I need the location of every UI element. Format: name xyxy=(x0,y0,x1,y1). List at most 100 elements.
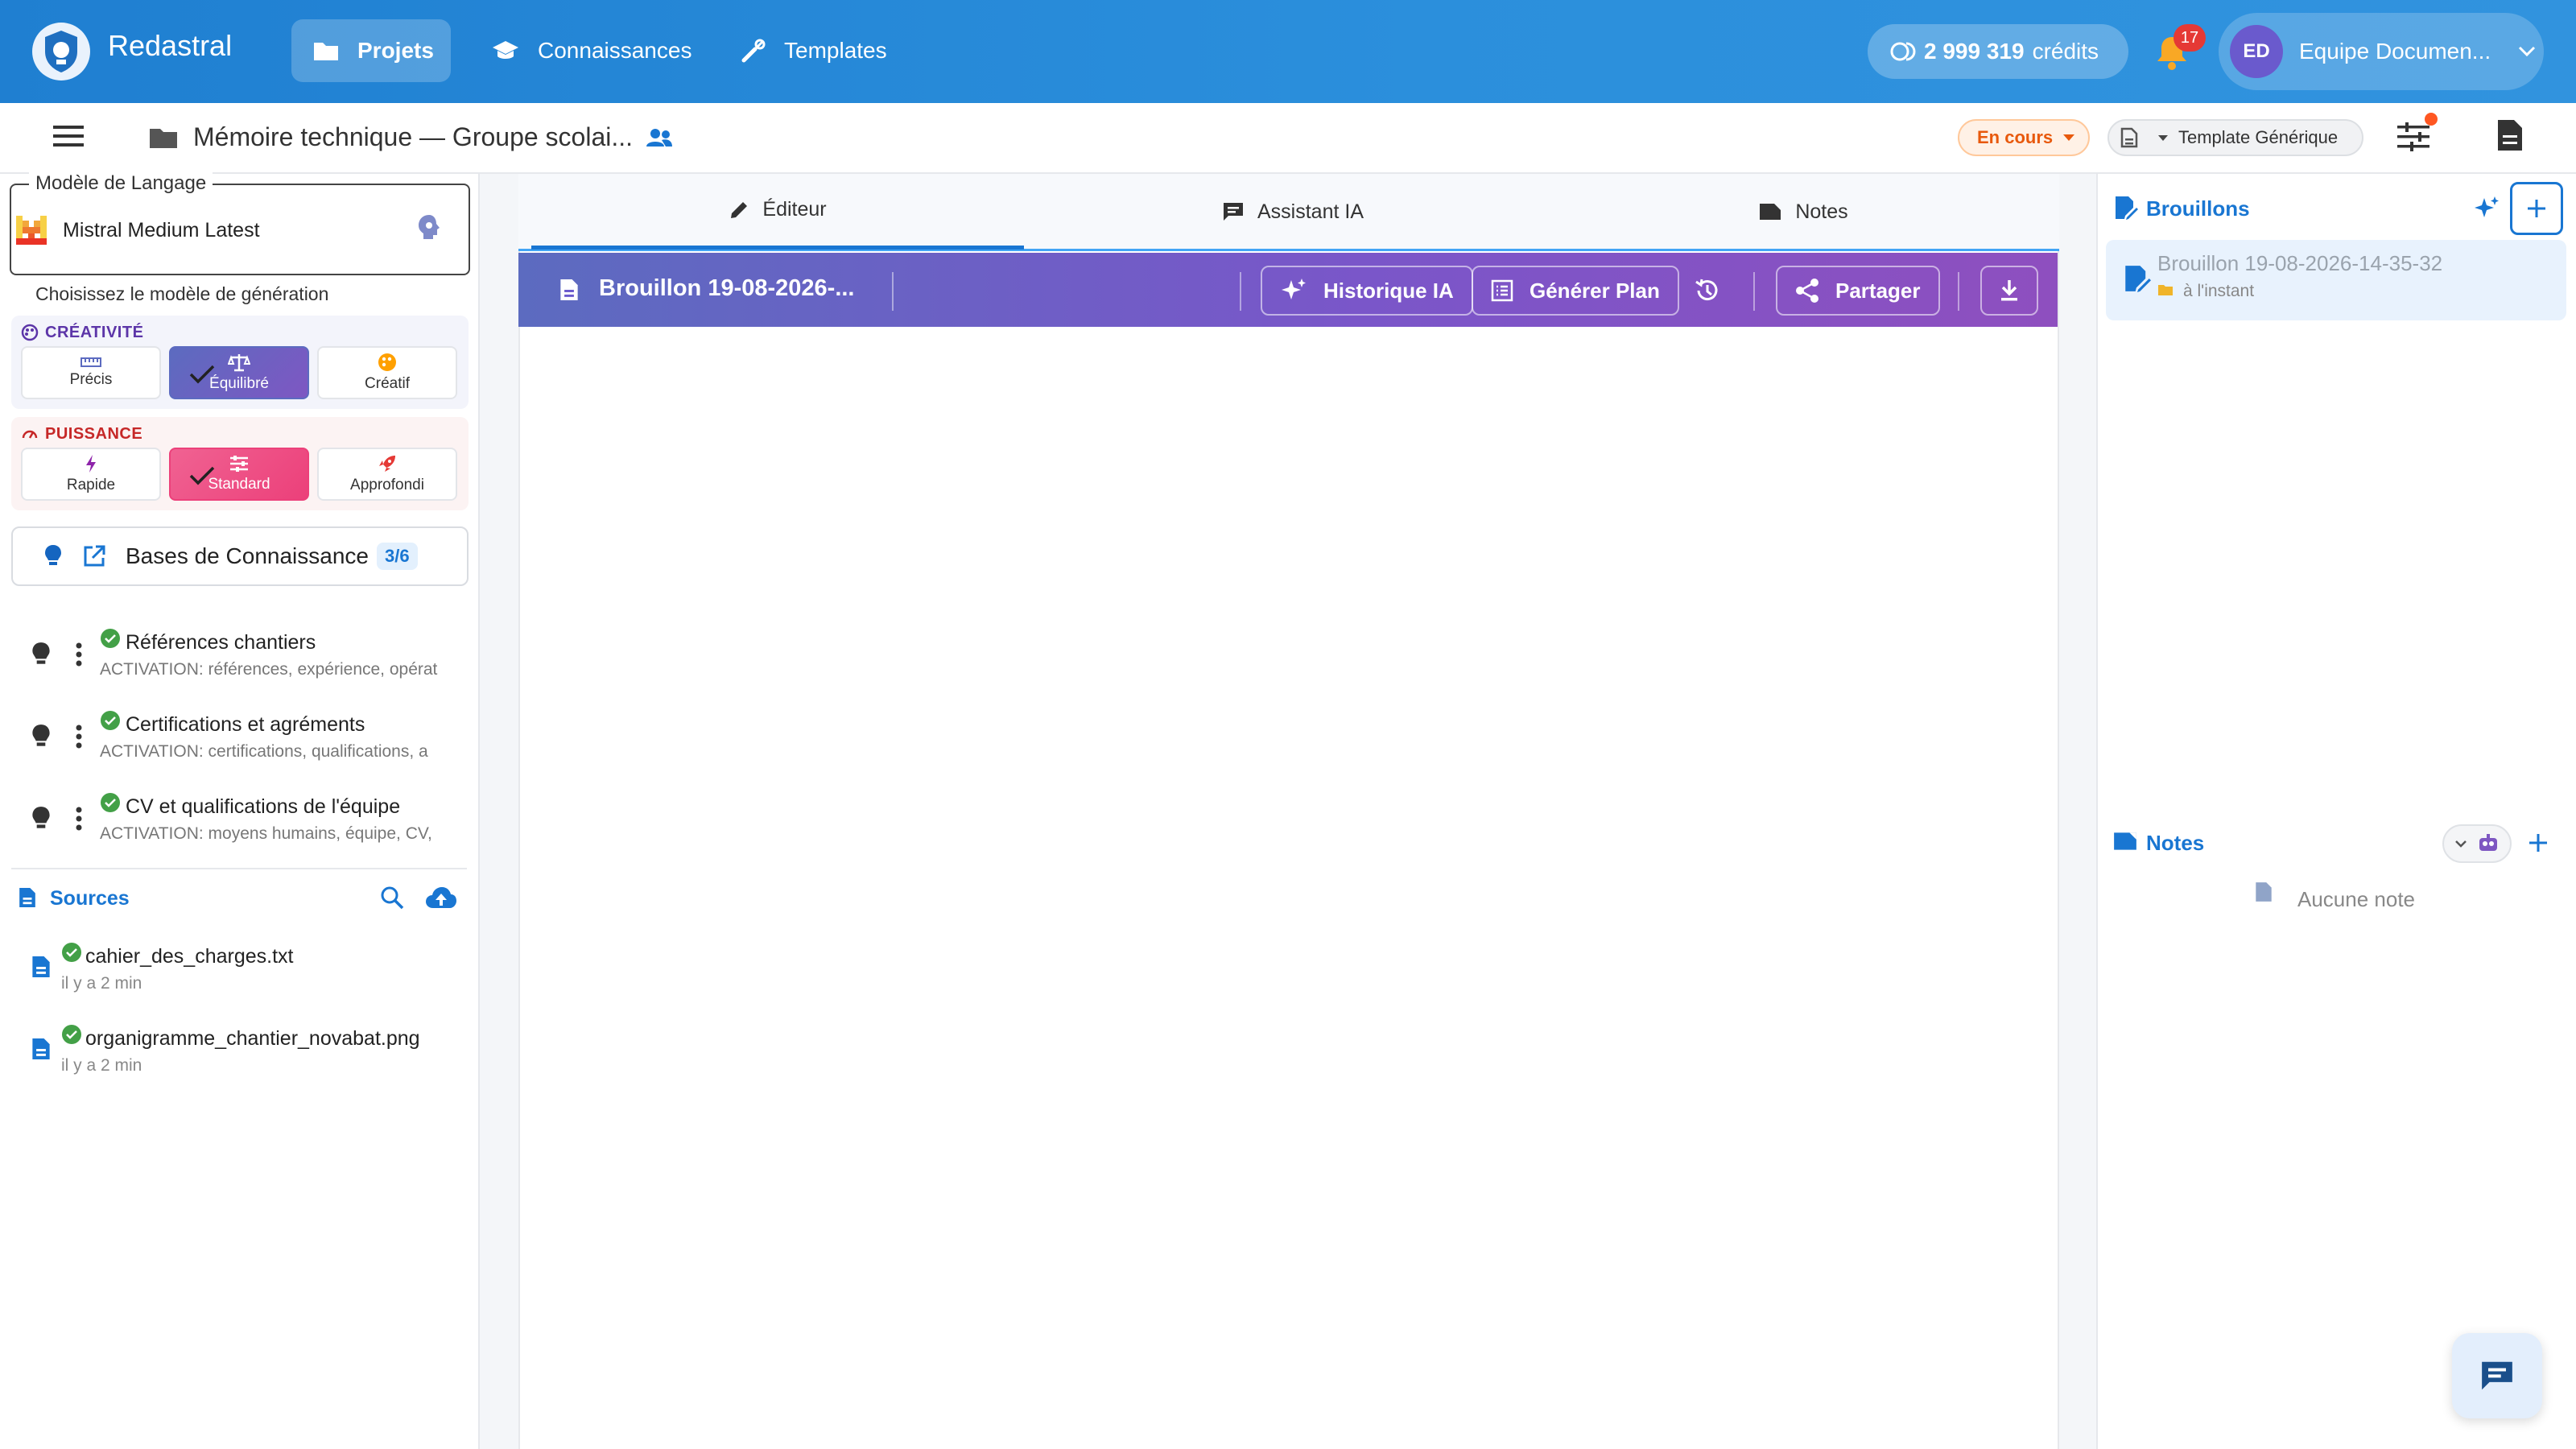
nav-templates[interactable]: Templates xyxy=(720,19,913,82)
more-vert-icon[interactable] xyxy=(76,807,82,831)
nav-connaissances[interactable]: Connaissances xyxy=(470,19,699,82)
folder-icon xyxy=(312,39,340,62)
folder-icon xyxy=(148,126,179,150)
plus-icon[interactable] xyxy=(2528,832,2549,853)
lightbulb-icon[interactable] xyxy=(31,723,52,750)
edit-document-icon xyxy=(2114,195,2138,221)
source-time: il y a 2 min xyxy=(61,974,142,993)
document-icon xyxy=(2120,127,2138,148)
draft-item[interactable]: Brouillon 19-08-2026-14-35-32 à l'instan… xyxy=(2106,240,2566,320)
knowledge-bases-button[interactable]: Bases de Connaissance 3/6 xyxy=(11,526,469,586)
power-option-rapide[interactable]: Rapide xyxy=(21,448,161,501)
power-title: PUISSANCE xyxy=(45,425,143,443)
notes-filter-dropdown[interactable] xyxy=(2442,824,2512,863)
edit-document-icon xyxy=(2124,262,2151,295)
ai-history-button[interactable]: Historique IA xyxy=(1261,266,1473,316)
search-icon[interactable] xyxy=(380,886,404,910)
download-button[interactable] xyxy=(1980,266,2038,316)
history-icon[interactable] xyxy=(1694,277,1721,304)
power-option-label: Approfondi xyxy=(350,477,424,493)
document-icon[interactable] xyxy=(2496,118,2524,153)
robot-icon xyxy=(2477,833,2500,854)
check-circle-icon xyxy=(61,1024,82,1045)
tab-label: Éditeur xyxy=(762,198,827,221)
template-selector[interactable]: Template Générique xyxy=(2107,119,2363,156)
divider xyxy=(1753,272,1755,311)
list-item[interactable]: CV et qualifications de l'équipe ACTIVAT… xyxy=(0,784,480,857)
list-item[interactable]: organigramme_chantier_novabat.png il y a… xyxy=(0,1016,480,1088)
tools-icon xyxy=(741,38,766,64)
draft-title[interactable]: Brouillon 19-08-2026-... xyxy=(599,275,855,302)
tab-assistant-ia[interactable]: Assistant IA xyxy=(1043,174,1542,250)
check-circle-icon xyxy=(100,628,121,649)
model-legend: Modèle de Langage xyxy=(29,172,213,195)
more-vert-icon[interactable] xyxy=(76,642,82,667)
notes-title: Notes xyxy=(2146,831,2205,855)
notification-count-badge: 17 xyxy=(2174,24,2206,52)
editor-area[interactable] xyxy=(518,174,2059,1449)
filter-active-dot xyxy=(2425,113,2438,126)
lightbulb-icon[interactable] xyxy=(31,641,52,668)
mistral-logo-icon xyxy=(16,216,47,245)
power-option-approfondi[interactable]: Approfondi xyxy=(317,448,457,501)
creativity-option-label: Créatif xyxy=(365,375,410,392)
nav-templates-label: Templates xyxy=(784,38,887,63)
document-icon xyxy=(31,953,52,980)
chat-fab-button[interactable] xyxy=(2452,1333,2542,1418)
divider xyxy=(1958,272,1959,311)
creativity-option-label: Précis xyxy=(69,371,113,388)
app-name: Redastral xyxy=(108,29,233,62)
user-menu[interactable]: ED Equipe Documen... xyxy=(2219,13,2544,90)
document-title[interactable]: Mémoire technique — Groupe scolai... xyxy=(193,122,633,152)
chat-icon xyxy=(1222,201,1245,222)
sliders-icon xyxy=(229,455,250,473)
chevron-down-icon xyxy=(2518,46,2536,57)
creativity-option-creatif[interactable]: Créatif xyxy=(317,346,457,399)
label-icon xyxy=(1758,202,1782,221)
ruler-icon xyxy=(80,357,101,368)
chat-icon xyxy=(2479,1359,2515,1393)
knowledge-bases-label: Bases de Connaissance xyxy=(126,543,369,568)
external-link-icon[interactable] xyxy=(82,544,106,568)
share-button[interactable]: Partager xyxy=(1776,266,1940,316)
cloud-upload-icon[interactable] xyxy=(425,886,457,910)
list-item[interactable]: cahier_des_charges.txt il y a 2 min xyxy=(0,934,480,1006)
app-logo[interactable] xyxy=(32,23,90,80)
tab-notes[interactable]: Notes xyxy=(1554,174,2053,250)
sources-title: Sources xyxy=(50,887,130,910)
lightbulb-icon[interactable] xyxy=(31,805,52,832)
user-name: Equipe Documen... xyxy=(2299,39,2491,64)
generate-plan-button[interactable]: Générer Plan xyxy=(1472,266,1679,316)
check-icon xyxy=(188,465,216,486)
brain-icon[interactable] xyxy=(415,213,443,242)
kb-item-title: Références chantiers xyxy=(126,631,316,654)
menu-icon[interactable] xyxy=(53,124,84,148)
kb-item-subtitle: ACTIVATION: certifications, qualificatio… xyxy=(100,742,428,761)
creativity-option-precis[interactable]: Précis xyxy=(21,346,161,399)
divider xyxy=(11,868,467,869)
template-label: Template Générique xyxy=(2178,127,2339,147)
people-icon[interactable] xyxy=(646,127,673,148)
pencil-icon xyxy=(729,200,749,221)
nav-projets[interactable]: Projets xyxy=(291,19,451,82)
nav-connaissances-label: Connaissances xyxy=(538,38,692,63)
credits-chip[interactable]: 2 999 319 crédits xyxy=(1868,24,2128,79)
draft-time: à l'instant xyxy=(2183,282,2255,300)
sparkle-icon[interactable] xyxy=(2473,195,2500,222)
status-dropdown[interactable]: En cours xyxy=(1958,119,2090,156)
notes-empty-text: Aucune note xyxy=(2297,887,2416,911)
divider xyxy=(892,272,894,311)
drafts-title: Brouillons xyxy=(2146,196,2250,221)
more-vert-icon[interactable] xyxy=(76,724,82,749)
lightbulb-icon xyxy=(43,543,63,569)
share-label: Partager xyxy=(1835,278,1921,303)
share-icon xyxy=(1795,278,1819,303)
coins-icon xyxy=(1890,40,1916,63)
tab-editeur[interactable]: Éditeur xyxy=(531,174,1024,250)
list-item[interactable]: Certifications et agréments ACTIVATION: … xyxy=(0,702,480,774)
list-item[interactable]: Références chantiers ACTIVATION: référen… xyxy=(0,620,480,692)
ai-history-label: Historique IA xyxy=(1323,278,1454,303)
add-draft-button[interactable] xyxy=(2510,182,2563,235)
download-icon xyxy=(1999,279,2020,303)
credits-unit: crédits xyxy=(2032,39,2099,64)
